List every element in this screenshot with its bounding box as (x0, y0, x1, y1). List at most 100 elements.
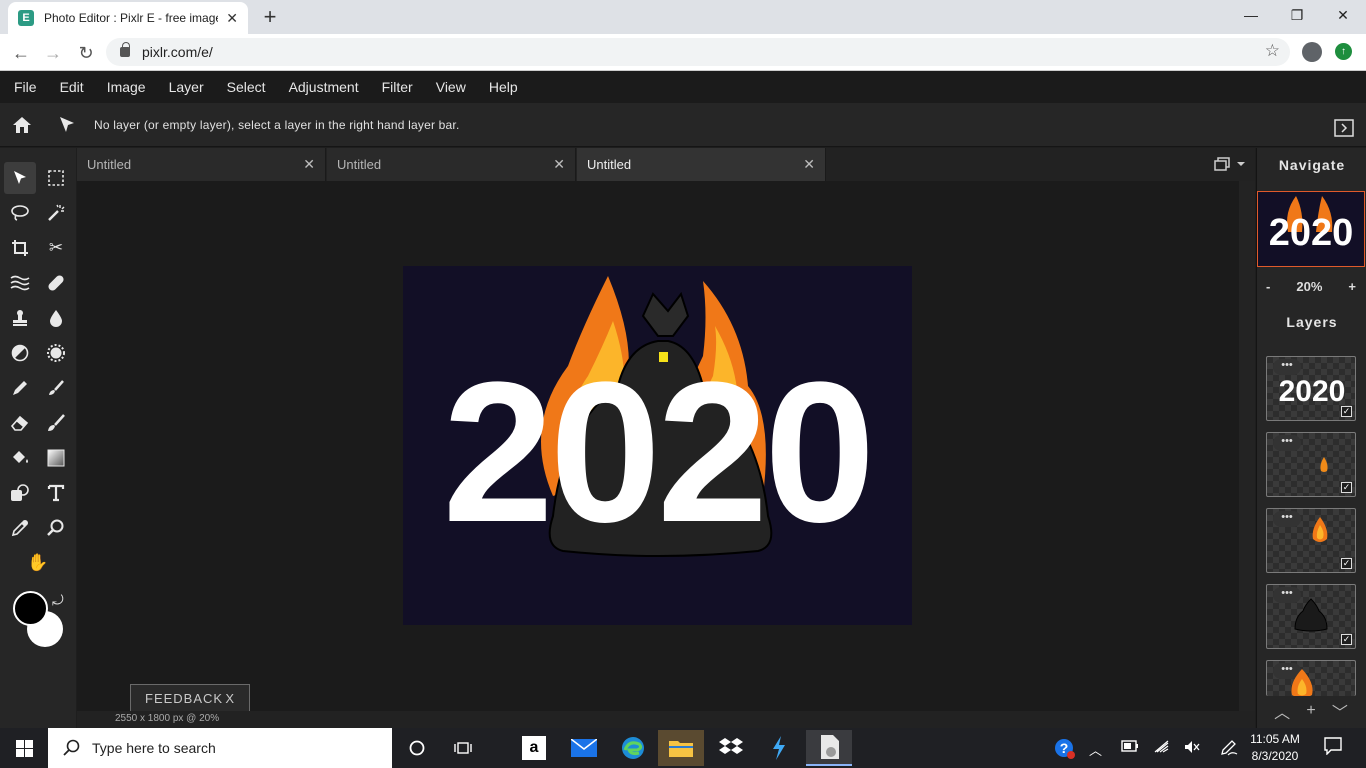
back-icon[interactable]: ← (8, 40, 34, 66)
menu-adjustment[interactable]: Adjustment (289, 79, 359, 95)
layer-item-flame-small[interactable]: ••• ✓ (1266, 432, 1356, 497)
move-layer-up-icon[interactable]: ︿ (1274, 699, 1290, 723)
document-tab-2[interactable]: Untitled ✕ (327, 148, 576, 181)
fill-bucket-icon[interactable] (4, 442, 36, 474)
document-tab-3[interactable]: Untitled ✕ (577, 148, 826, 181)
image-canvas[interactable]: 2020 (403, 266, 912, 625)
browser-tab[interactable]: E Photo Editor : Pixlr E - free image ✕ (8, 2, 248, 34)
wifi-icon[interactable] (1154, 740, 1170, 757)
address-bar[interactable]: pixlr.com/e/ ☆ (106, 38, 1290, 66)
layer-item-flame[interactable]: ••• ✓ (1266, 508, 1356, 573)
app-bolt-icon[interactable] (756, 732, 802, 764)
menu-help[interactable]: Help (489, 79, 518, 95)
brush-tool-icon[interactable] (40, 372, 72, 404)
zoom-control: - 20% + (1256, 274, 1366, 298)
layer-visibility-checkbox[interactable]: ✓ (1341, 406, 1352, 417)
cutout-scissors-icon[interactable]: ✂ (40, 232, 72, 264)
cortana-icon[interactable] (394, 732, 440, 764)
clone-stamp-icon[interactable] (4, 302, 36, 334)
close-document-icon[interactable]: ✕ (553, 156, 565, 173)
close-document-icon[interactable]: ✕ (803, 156, 815, 173)
help-notification-icon[interactable]: ? (1054, 738, 1076, 763)
layer-visibility-checkbox[interactable]: ✓ (1341, 482, 1352, 493)
shape-tool-icon[interactable] (4, 477, 36, 509)
eyedropper-icon[interactable] (4, 512, 36, 544)
crop-tool-icon[interactable] (4, 232, 36, 264)
layer-menu-icon[interactable]: ••• (1273, 511, 1301, 527)
menu-image[interactable]: Image (107, 79, 146, 95)
eraser-tool-icon[interactable] (4, 407, 36, 439)
start-button[interactable] (0, 728, 48, 768)
heal-bandage-icon[interactable] (40, 267, 72, 299)
close-document-icon[interactable]: ✕ (303, 156, 315, 173)
layer-menu-icon[interactable]: ••• (1273, 435, 1301, 451)
edge-browser-icon[interactable] (610, 732, 656, 764)
sponge-gear-icon[interactable] (40, 337, 72, 369)
menu-filter[interactable]: Filter (382, 79, 413, 95)
close-window-icon[interactable]: ✕ (1320, 0, 1366, 30)
color-replace-brush-icon[interactable] (40, 407, 72, 439)
battery-icon[interactable] (1121, 740, 1139, 755)
marquee-tool-icon[interactable] (40, 162, 72, 194)
active-app-icon[interactable] (806, 730, 852, 766)
lasso-tool-icon[interactable] (4, 197, 36, 229)
close-feedback-icon[interactable]: X (225, 691, 235, 706)
layer-item-bag[interactable]: ••• ✓ (1266, 584, 1356, 649)
forward-icon[interactable]: → (40, 40, 66, 66)
new-tab-icon[interactable]: + (258, 4, 282, 29)
arrange-tool-icon[interactable] (4, 162, 36, 194)
window-arrange-icon[interactable] (1213, 156, 1245, 172)
close-tab-icon[interactable]: ✕ (226, 10, 238, 27)
document-tab-1[interactable]: Untitled ✕ (77, 148, 326, 181)
canvas-workspace: 2020 (77, 181, 1239, 711)
zoom-in-button[interactable]: + (1348, 279, 1356, 294)
system-clock[interactable]: 11:05 AM 8/3/2020 (1246, 731, 1304, 765)
restore-icon[interactable]: ❐ (1274, 0, 1320, 30)
notifications-icon[interactable] (1324, 737, 1342, 758)
reload-icon[interactable]: ↻ (73, 40, 99, 66)
move-layer-down-icon[interactable]: ﹀ (1332, 699, 1348, 723)
menu-edit[interactable]: Edit (60, 79, 84, 95)
mail-app-icon[interactable] (561, 732, 607, 764)
layer-item-text[interactable]: ••• 2020 ✓ (1266, 356, 1356, 421)
file-explorer-icon[interactable] (658, 730, 704, 766)
bookmark-star-icon[interactable]: ☆ (1265, 41, 1280, 61)
home-icon[interactable] (11, 115, 33, 135)
minimize-icon[interactable]: — (1228, 0, 1274, 30)
volume-muted-icon[interactable] (1184, 740, 1200, 757)
feedback-button[interactable]: FEEDBACK X (130, 684, 250, 712)
pen-ink-icon[interactable] (1220, 740, 1238, 759)
options-bar: No layer (or empty layer), select a laye… (0, 103, 1366, 147)
dodge-burn-icon[interactable] (4, 337, 36, 369)
menu-view[interactable]: View (436, 79, 466, 95)
menu-file[interactable]: File (14, 79, 37, 95)
profile-avatar-icon[interactable] (1302, 42, 1322, 62)
taskbar-search-box[interactable]: Type here to search (48, 728, 392, 768)
add-layer-icon[interactable]: + (1306, 702, 1315, 720)
zoom-magnifier-icon[interactable] (40, 512, 72, 544)
menu-layer[interactable]: Layer (169, 79, 204, 95)
gradient-tool-icon[interactable] (40, 442, 72, 474)
text-tool-icon[interactable] (40, 477, 72, 509)
hand-pan-icon[interactable]: ✋ (22, 547, 54, 579)
layer-item-flame-2[interactable]: ••• (1266, 660, 1356, 696)
swap-colors-icon[interactable]: ⤾ (52, 592, 64, 609)
layer-visibility-checkbox[interactable]: ✓ (1341, 634, 1352, 645)
blur-drop-icon[interactable] (40, 302, 72, 334)
magic-wand-tool-icon[interactable] (40, 197, 72, 229)
liquify-tool-icon[interactable] (4, 267, 36, 299)
dropbox-icon[interactable] (708, 732, 754, 764)
search-icon (63, 739, 80, 756)
foreground-color-swatch[interactable] (13, 591, 48, 626)
extension-icon[interactable]: ↑ (1335, 43, 1352, 60)
navigator-thumbnail[interactable]: 2020 (1257, 191, 1365, 267)
collapse-panel-icon[interactable] (1334, 119, 1354, 137)
show-hidden-icons-icon[interactable]: ︿ (1089, 740, 1102, 759)
amazon-app-icon[interactable]: a (511, 732, 557, 764)
menu-select[interactable]: Select (227, 79, 266, 95)
vertical-scrollbar[interactable] (1239, 181, 1255, 711)
zoom-out-button[interactable]: - (1266, 279, 1270, 294)
pencil-tool-icon[interactable] (4, 372, 36, 404)
layer-visibility-checkbox[interactable]: ✓ (1341, 558, 1352, 569)
task-view-icon[interactable] (440, 732, 486, 764)
